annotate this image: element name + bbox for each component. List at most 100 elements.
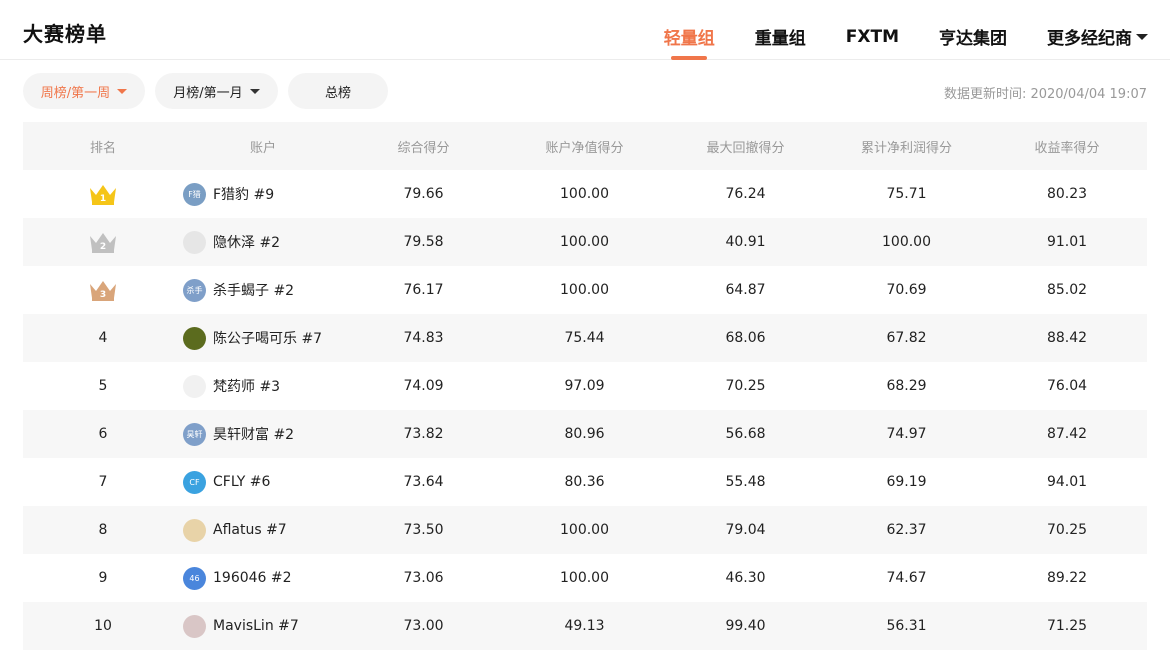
account-cell[interactable]: 46 196046 #2	[183, 566, 343, 590]
total-ranking-button[interactable]: 总榜	[288, 73, 388, 109]
tab-heavy-group[interactable]: 重量组	[755, 24, 806, 49]
month-ranking-dropdown[interactable]: 月榜/第一月	[155, 73, 278, 109]
account-name[interactable]: 196046 #2	[213, 570, 292, 586]
silver-crown-icon: 2	[90, 233, 116, 253]
avatar	[183, 326, 206, 350]
table-row[interactable]: 6 昊轩 昊轩财富 #2 73.82 80.96 56.68 74.97 87.42	[23, 410, 1147, 458]
avatar	[183, 374, 206, 398]
rank-cell: 5	[23, 378, 183, 394]
account-name[interactable]: CFLY #6	[213, 474, 270, 490]
table-row[interactable]: 1 F猎 F猎豹 #9 79.66 100.00 76.24 75.71 80.23	[23, 170, 1147, 218]
bronze-crown-icon: 3	[90, 281, 116, 301]
header-account: 账户	[249, 140, 276, 156]
table-row[interactable]: 8 Aflatus #7 73.50 100.00 79.04 62.37 70.25	[23, 506, 1147, 554]
overall-score: 74.83	[403, 330, 444, 346]
account-cell[interactable]: F猎 F猎豹 #9	[183, 182, 343, 206]
account-cell[interactable]: 隐休泽 #2	[183, 230, 343, 254]
account-cell[interactable]: Aflatus #7	[183, 518, 343, 542]
overall-score: 76.17	[403, 282, 444, 298]
chevron-down-icon	[1136, 34, 1148, 40]
profit-score: 70.69	[886, 282, 927, 298]
table-row[interactable]: 5 梵药师 #3 74.09 97.09 70.25 68.29 76.04	[23, 362, 1147, 410]
account-name[interactable]: Aflatus #7	[213, 522, 287, 538]
week-ranking-dropdown[interactable]: 周榜/第一周	[23, 73, 145, 109]
account-name[interactable]: 梵药师 #3	[213, 376, 280, 396]
header-drawdown-score: 最大回撤得分	[706, 140, 785, 156]
gold-crown-icon: 1	[90, 185, 116, 205]
nav-score: 100.00	[560, 234, 609, 250]
drawdown-score: 46.30	[725, 570, 766, 586]
total-ranking-label: 总榜	[324, 85, 351, 101]
tab-label: 更多经纪商	[1047, 29, 1132, 49]
account-name[interactable]: 隐休泽 #2	[213, 232, 280, 252]
nav-score: 97.09	[564, 378, 605, 394]
account-cell[interactable]: CF CFLY #6	[183, 470, 343, 494]
rank-number: 5	[98, 378, 108, 394]
profit-score: 74.67	[886, 570, 927, 586]
rank-cell: 4	[23, 330, 183, 346]
avatar	[183, 614, 206, 638]
profit-score: 56.31	[886, 618, 927, 634]
rank-number: 7	[98, 474, 108, 490]
tab-light-group[interactable]: 轻量组	[664, 24, 715, 49]
avatar: 杀手	[183, 278, 206, 302]
tab-fxtm[interactable]: FXTM	[846, 27, 899, 47]
account-cell[interactable]: 陈公子喝可乐 #7	[183, 326, 343, 350]
avatar	[183, 518, 206, 542]
tab-hantec[interactable]: 亨达集团	[939, 24, 1007, 49]
profit-score: 62.37	[886, 522, 927, 538]
nav-score: 49.13	[564, 618, 605, 634]
drawdown-score: 79.04	[725, 522, 766, 538]
rank-number: 8	[98, 522, 108, 538]
rank-number: 4	[98, 330, 108, 346]
page-header: 大赛榜单 轻量组 重量组 FXTM 亨达集团 更多经纪商	[0, 0, 1170, 60]
overall-score: 79.58	[403, 234, 444, 250]
tab-label: 轻量组	[663, 29, 715, 49]
profit-score: 67.82	[886, 330, 927, 346]
table-row[interactable]: 2 隐休泽 #2 79.58 100.00 40.91 100.00 91.01	[23, 218, 1147, 266]
profit-score: 100.00	[882, 234, 931, 250]
table-row[interactable]: 3 杀手 杀手蝎子 #2 76.17 100.00 64.87 70.69 85.02	[23, 266, 1147, 314]
rank-cell: 9	[23, 570, 183, 586]
tab-more-brokers[interactable]: 更多经纪商	[1047, 24, 1148, 49]
table-row[interactable]: 10 MavisLin #7 73.00 49.13 99.40 56.31 71.25	[23, 602, 1147, 650]
account-name[interactable]: 昊轩财富 #2	[213, 424, 294, 444]
overall-score: 73.64	[403, 474, 444, 490]
rank-cell: 1	[23, 182, 183, 206]
overall-score: 73.00	[403, 618, 444, 634]
account-name[interactable]: 杀手蝎子 #2	[213, 280, 294, 300]
overall-score: 79.66	[403, 186, 444, 202]
rank-cell: 3	[23, 278, 183, 302]
rank-number: 9	[98, 570, 108, 586]
profit-score: 74.97	[886, 426, 927, 442]
account-cell[interactable]: 杀手 杀手蝎子 #2	[183, 278, 343, 302]
table-row[interactable]: 4 陈公子喝可乐 #7 74.83 75.44 68.06 67.82 88.42	[23, 314, 1147, 362]
avatar: F猎	[183, 182, 206, 206]
nav-score: 100.00	[560, 186, 609, 202]
medal-rank-number: 2	[100, 242, 106, 252]
profit-score: 69.19	[886, 474, 927, 490]
drawdown-score: 99.40	[725, 618, 766, 634]
avatar: 46	[183, 566, 206, 590]
account-name[interactable]: F猎豹 #9	[213, 184, 274, 204]
overall-score: 73.82	[403, 426, 444, 442]
profit-score: 75.71	[886, 186, 927, 202]
drawdown-score: 64.87	[725, 282, 766, 298]
avatar	[183, 230, 206, 254]
return-score: 85.02	[1046, 282, 1088, 298]
account-name[interactable]: 陈公子喝可乐 #7	[213, 328, 322, 348]
account-cell[interactable]: 梵药师 #3	[183, 374, 343, 398]
chevron-down-icon	[249, 88, 260, 94]
nav-score: 80.96	[564, 426, 605, 442]
return-score: 87.42	[1046, 426, 1088, 442]
table-row[interactable]: 9 46 196046 #2 73.06 100.00 46.30 74.67 89.22	[23, 554, 1147, 602]
rank-cell: 8	[23, 522, 183, 538]
account-name[interactable]: MavisLin #7	[213, 618, 299, 634]
table-row[interactable]: 7 CF CFLY #6 73.64 80.36 55.48 69.19 94.01	[23, 458, 1147, 506]
account-cell[interactable]: 昊轩 昊轩财富 #2	[183, 422, 343, 446]
account-cell[interactable]: MavisLin #7	[183, 614, 343, 638]
month-ranking-label: 月榜/第一月	[173, 85, 243, 101]
overall-score: 73.06	[403, 570, 444, 586]
nav-score: 100.00	[560, 282, 609, 298]
drawdown-score: 70.25	[725, 378, 766, 394]
